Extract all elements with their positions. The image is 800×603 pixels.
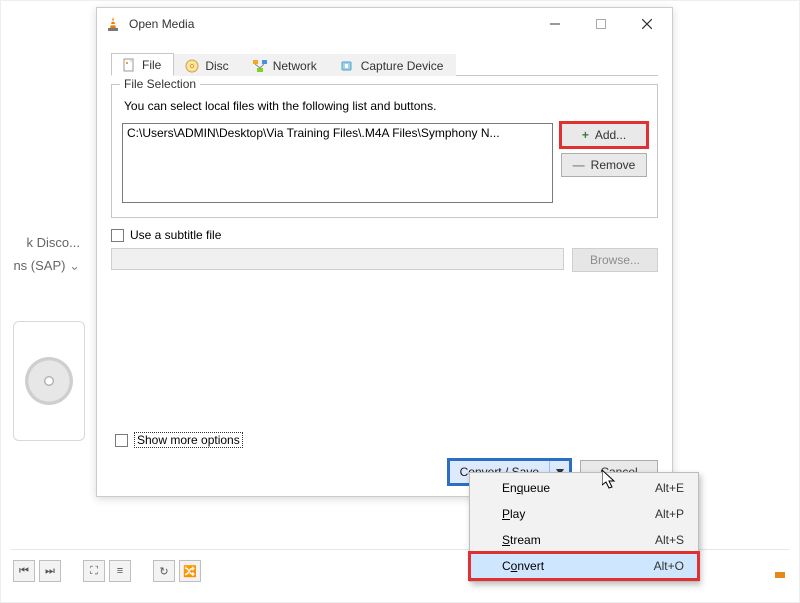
menu-item-convert[interactable]: Convert Alt+O <box>470 553 698 579</box>
group-legend: File Selection <box>120 77 200 91</box>
network-icon <box>253 59 267 73</box>
menu-accel: Alt+P <box>655 507 684 521</box>
minus-icon: — <box>573 158 585 172</box>
remove-file-button[interactable]: — Remove <box>561 153 647 177</box>
button-label: Add... <box>595 128 626 142</box>
capture-icon <box>341 59 355 73</box>
background-disc-panel <box>13 321 85 441</box>
sidebar-item: ns (SAP) ⌄ <box>1 254 86 278</box>
shuffle-button[interactable]: 🔀 <box>179 560 201 582</box>
prev-track-button[interactable]: ⏮ <box>13 560 35 582</box>
screenshot-canvas: k Disco... ns (SAP) ⌄ ⏮ ⏭ ⛶ ≡ ↻ 🔀 Open M… <box>0 0 800 603</box>
close-button[interactable] <box>624 9 670 39</box>
menu-item-enqueue[interactable]: Enqueue Alt+E <box>470 475 698 501</box>
tab-label: File <box>142 58 161 72</box>
show-more-label: Show more options <box>134 432 243 448</box>
file-list[interactable]: C:\Users\ADMIN\Desktop\Via Training File… <box>122 123 553 203</box>
subtitle-label: Use a subtitle file <box>130 228 221 242</box>
show-more-checkbox[interactable] <box>115 434 128 447</box>
tab-label: Disc <box>205 59 228 73</box>
plus-icon: + <box>582 128 589 142</box>
disc-tab-icon <box>185 59 199 73</box>
tab-capture-device[interactable]: Capture Device <box>330 54 457 76</box>
add-file-button[interactable]: + Add... <box>561 123 647 147</box>
subtitle-checkbox[interactable] <box>111 229 124 242</box>
button-label: Remove <box>591 158 636 172</box>
subtitle-path-field <box>111 248 564 270</box>
disc-icon <box>25 357 73 405</box>
volume-indicator <box>775 572 785 578</box>
titlebar: Open Media <box>97 8 672 40</box>
minimize-button[interactable] <box>532 9 578 39</box>
window-title: Open Media <box>129 17 532 31</box>
fullscreen-button[interactable]: ⛶ <box>83 560 105 582</box>
sidebar-item: k Disco... <box>1 231 86 254</box>
menu-accel: Alt+E <box>655 481 684 495</box>
tab-disc[interactable]: Disc <box>174 54 241 76</box>
media-tabs: File Disc Network Capture Device <box>111 48 658 76</box>
show-more-options[interactable]: Show more options <box>115 432 243 448</box>
next-track-button[interactable]: ⏭ <box>39 560 61 582</box>
tab-file[interactable]: File <box>111 53 174 76</box>
menu-accel: Alt+S <box>655 533 684 547</box>
tab-network[interactable]: Network <box>242 54 330 76</box>
tab-label: Capture Device <box>361 59 444 73</box>
maximize-button[interactable] <box>578 9 624 39</box>
file-icon <box>122 58 136 72</box>
menu-item-stream[interactable]: Stream Alt+S <box>470 527 698 553</box>
background-sidebar: k Disco... ns (SAP) ⌄ <box>1 231 86 278</box>
file-list-item[interactable]: C:\Users\ADMIN\Desktop\Via Training File… <box>127 126 548 140</box>
file-selection-hint: You can select local files with the foll… <box>124 99 647 113</box>
subtitle-section: Use a subtitle file Browse... <box>111 228 658 272</box>
vlc-cone-icon <box>105 16 121 32</box>
open-media-dialog: Open Media File Disc Network Ca <box>96 7 673 497</box>
file-selection-group: File Selection You can select local file… <box>111 84 658 218</box>
menu-accel: Alt+O <box>654 559 684 573</box>
browse-subtitle-button: Browse... <box>572 248 658 272</box>
tab-label: Network <box>273 59 317 73</box>
playlist-button[interactable]: ≡ <box>109 560 131 582</box>
convert-save-menu: Enqueue Alt+E Play Alt+P Stream Alt+S Co… <box>469 472 699 582</box>
menu-item-play[interactable]: Play Alt+P <box>470 501 698 527</box>
player-toolbar: ⏮ ⏭ ⛶ ≡ ↻ 🔀 <box>13 560 201 582</box>
button-label: Browse... <box>590 253 640 267</box>
cursor-icon <box>602 470 618 493</box>
loop-button[interactable]: ↻ <box>153 560 175 582</box>
